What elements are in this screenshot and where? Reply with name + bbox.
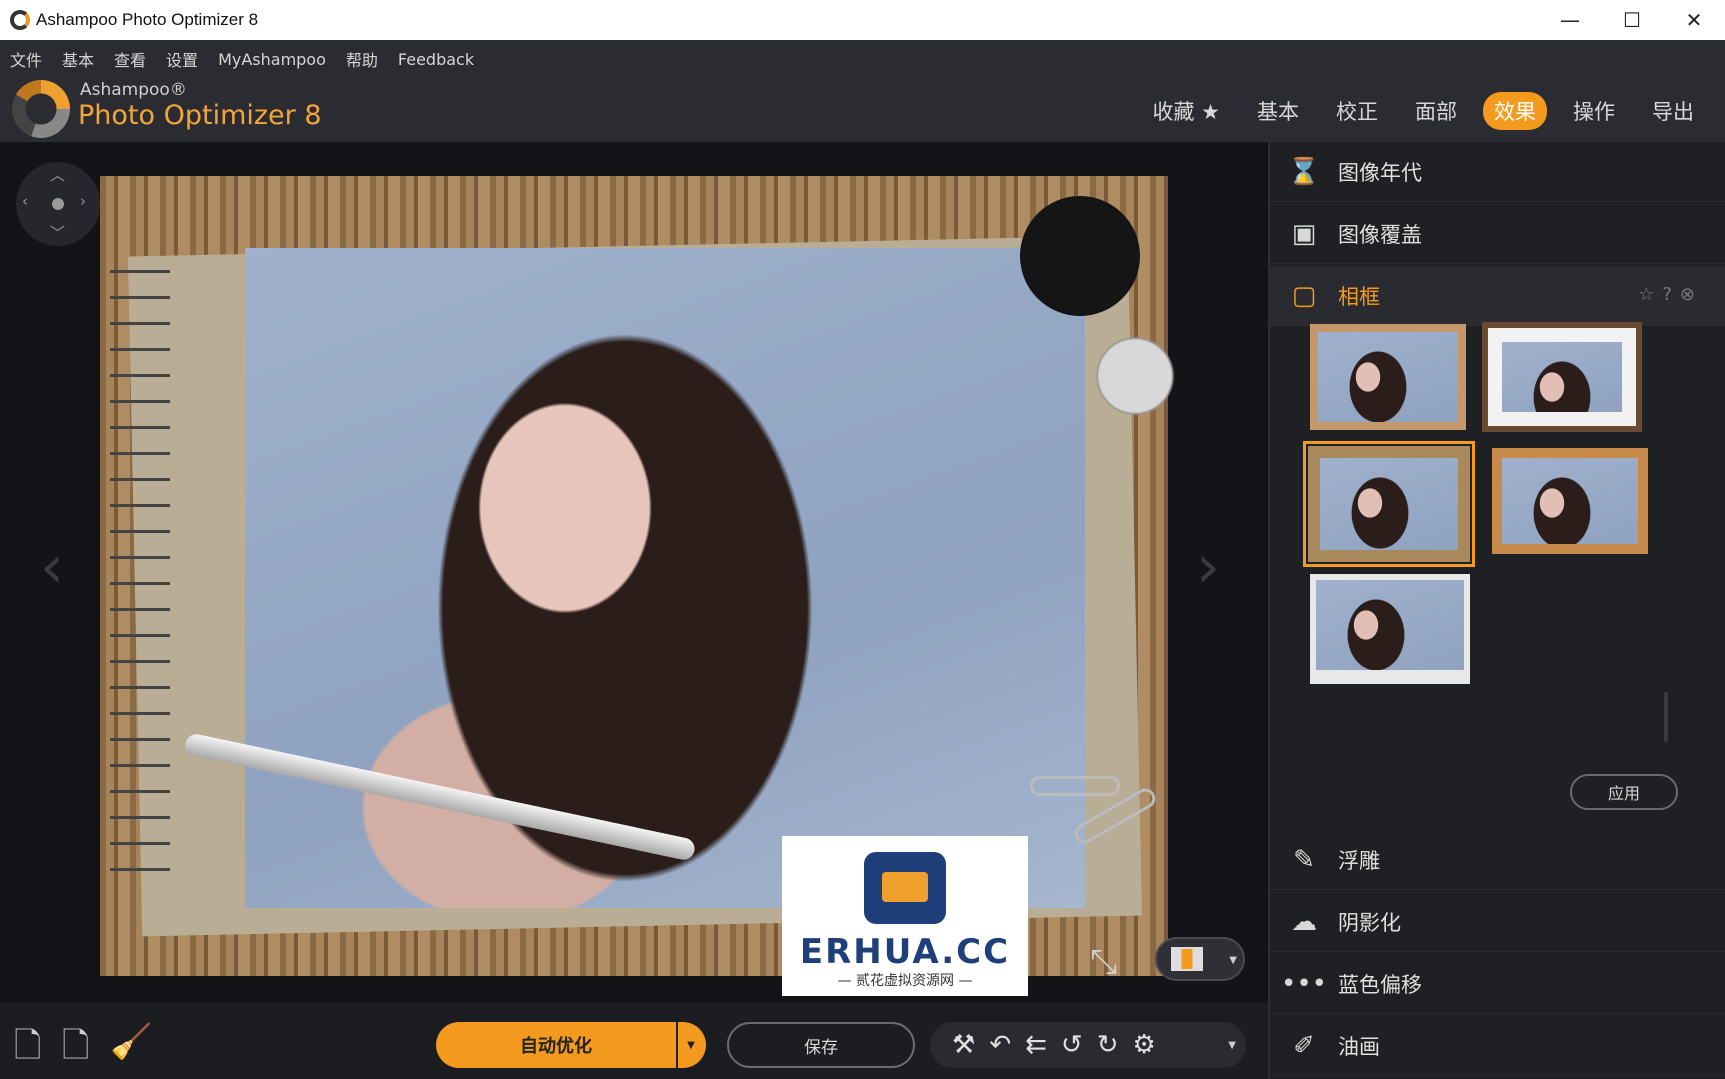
brand-logo-icon [12, 80, 70, 138]
previous-image-icon[interactable]: ‹ [40, 532, 64, 602]
help-icon[interactable]: ? [1662, 284, 1680, 305]
pushpin-decoration [1095, 316, 1175, 436]
effect-item-shadow[interactable]: ☁ 阴影化 [1270, 892, 1725, 952]
watermark: ERHUA.CC — 贰花虚拟资源网 — [782, 836, 1028, 996]
frame-preset-thumbnail-selected[interactable] [1303, 441, 1475, 567]
pan-left-icon[interactable]: ‹ [22, 192, 28, 210]
minimize-button[interactable]: — [1539, 0, 1601, 40]
window-controls: — ☐ ✕ [1539, 0, 1725, 40]
add-folder-icon[interactable]: 🗋 [62, 1022, 89, 1079]
undo-all-icon[interactable]: ⇇ [1025, 1030, 1047, 1060]
brand-title: Photo Optimizer 8 [78, 100, 322, 131]
frame-preset-thumbnail[interactable] [1492, 448, 1648, 554]
split-view-icon [1171, 947, 1203, 971]
menu-myashampoo[interactable]: MyAshampoo [218, 50, 326, 69]
star-icon[interactable]: ☆ [1638, 284, 1662, 305]
undo-icon[interactable]: ↶ [989, 1030, 1011, 1060]
image-overlay-icon: ▣ [1291, 218, 1317, 249]
tab-face[interactable]: 面部 [1404, 92, 1468, 130]
frame-preset-thumbnail[interactable] [1310, 574, 1470, 684]
menu-file[interactable]: 文件 [10, 47, 42, 71]
effect-label: 浮雕 [1338, 848, 1380, 873]
tab-effects[interactable]: 效果 [1483, 92, 1547, 130]
pan-navigator[interactable]: ︿ ﹀ ‹ › [16, 162, 100, 246]
app-header: Ashampoo® Photo Optimizer 8 收藏 ★ 基本 校正 面… [0, 78, 1725, 142]
app-logo-icon [10, 10, 30, 30]
portrait-photo [245, 248, 1085, 908]
emboss-icon: ✎ [1293, 844, 1315, 875]
brand-subtitle: Ashampoo® [80, 80, 187, 100]
tab-correction[interactable]: 校正 [1325, 92, 1389, 130]
paperclip-decoration [1030, 776, 1120, 796]
broom-icon[interactable]: 🧹 [110, 1022, 152, 1062]
frame-icon: ▢ [1291, 280, 1317, 311]
effect-label: 图像年代 [1338, 160, 1422, 185]
shadow-icon: ☁ [1291, 906, 1317, 937]
notebook-spiral [110, 256, 170, 876]
menu-view[interactable]: 查看 [114, 47, 146, 71]
reset-icon[interactable]: ⊗ [1680, 284, 1703, 305]
pan-up-icon[interactable]: ︿ [50, 164, 65, 185]
menu-feedback[interactable]: Feedback [398, 50, 474, 69]
effect-item-image-overlay[interactable]: ▣ 图像覆盖 [1270, 204, 1725, 264]
effect-actions: ☆?⊗ [1638, 284, 1703, 305]
tab-operations[interactable]: 操作 [1562, 92, 1626, 130]
effect-item-blue-shift[interactable]: ••• 蓝色偏移 [1270, 954, 1725, 1014]
bottom-toolbar: 🗋 🗋 🧹 自动优化 ▼ 保存 ⚒ ↶ ⇇ ↺ ↻ ⚙ ▼ [0, 1002, 1268, 1079]
effects-panel: ⌛ 图像年代 ▣ 图像覆盖 ▢ 相框 ☆?⊗ 应用 ✎ 浮雕 ☁ 阴影化 •••… [1268, 142, 1725, 1079]
fit-to-window-icon[interactable]: ⤡ [1090, 942, 1117, 982]
magic-wand-icon[interactable]: ⚒ [952, 1030, 975, 1060]
effect-item-frame[interactable]: ▢ 相框 ☆?⊗ [1270, 266, 1725, 326]
effect-item-oil-painting[interactable]: ✐ 油画 [1270, 1016, 1725, 1076]
maximize-button[interactable]: ☐ [1601, 0, 1663, 40]
decorative-circle [1020, 196, 1140, 316]
menu-help[interactable]: 帮助 [346, 47, 378, 71]
edit-tools: ⚒ ↶ ⇇ ↺ ↻ ⚙ ▼ [930, 1022, 1246, 1068]
category-tabs: 收藏 ★ 基本 校正 面部 效果 操作 导出 [1126, 92, 1705, 130]
rotate-left-icon[interactable]: ↺ [1061, 1030, 1083, 1060]
effect-item-image-age[interactable]: ⌛ 图像年代 [1270, 142, 1725, 202]
chevron-down-icon[interactable]: ▼ [1228, 1040, 1236, 1051]
effect-label: 相框 [1338, 284, 1380, 309]
tab-export[interactable]: 导出 [1641, 92, 1705, 130]
tab-basic[interactable]: 基本 [1246, 92, 1310, 130]
effect-label: 油画 [1338, 1034, 1380, 1059]
menu-basic[interactable]: 基本 [62, 47, 94, 71]
chevron-down-icon[interactable]: ▼ [1229, 955, 1237, 966]
image-canvas[interactable]: ︿ ﹀ ‹ › ‹ › ERHUA.CC — 贰花虚拟资源网 — ⤡ ▼ [0, 142, 1268, 1002]
blue-shift-icon: ••• [1281, 968, 1328, 999]
title-bar: Ashampoo Photo Optimizer 8 — ☐ ✕ [0, 0, 1725, 40]
effect-label: 蓝色偏移 [1338, 972, 1422, 997]
watermark-subtitle: — 贰花虚拟资源网 — [837, 973, 973, 989]
panel-scrollbar[interactable] [1664, 692, 1668, 742]
next-image-icon[interactable]: › [1196, 532, 1220, 602]
pan-center-icon[interactable] [52, 198, 64, 210]
hourglass-icon: ⌛ [1287, 156, 1321, 187]
menu-bar: 文件 基本 查看 设置 MyAshampoo 帮助 Feedback [0, 40, 1725, 78]
save-button[interactable]: 保存 [727, 1022, 915, 1068]
tab-favorites[interactable]: 收藏 ★ [1141, 92, 1231, 130]
menu-settings[interactable]: 设置 [166, 47, 198, 71]
rotate-right-icon[interactable]: ↻ [1097, 1030, 1119, 1060]
effect-label: 阴影化 [1338, 910, 1401, 935]
window-title: Ashampoo Photo Optimizer 8 [36, 10, 259, 29]
pan-right-icon[interactable]: › [80, 192, 86, 210]
effect-label: 图像覆盖 [1338, 222, 1422, 247]
add-file-icon[interactable]: 🗋 [14, 1022, 41, 1079]
gear-icon[interactable]: ⚙ [1133, 1030, 1156, 1060]
apply-button[interactable]: 应用 [1570, 774, 1678, 810]
chevron-down-icon[interactable]: ▼ [676, 1022, 704, 1068]
watermark-title: ERHUA.CC [799, 932, 1011, 972]
watermark-logo-icon [864, 852, 946, 924]
pan-down-icon[interactable]: ﹀ [50, 222, 65, 243]
auto-optimize-button[interactable]: 自动优化 ▼ [436, 1022, 706, 1068]
effect-item-emboss[interactable]: ✎ 浮雕 [1270, 830, 1725, 890]
auto-optimize-label: 自动优化 [520, 1036, 592, 1057]
compare-view-button[interactable]: ▼ [1155, 937, 1245, 981]
frame-preset-thumbnail[interactable] [1310, 324, 1466, 430]
close-button[interactable]: ✕ [1663, 0, 1725, 40]
frame-preset-thumbnail[interactable] [1482, 322, 1642, 432]
brush-icon: ✐ [1293, 1030, 1315, 1061]
